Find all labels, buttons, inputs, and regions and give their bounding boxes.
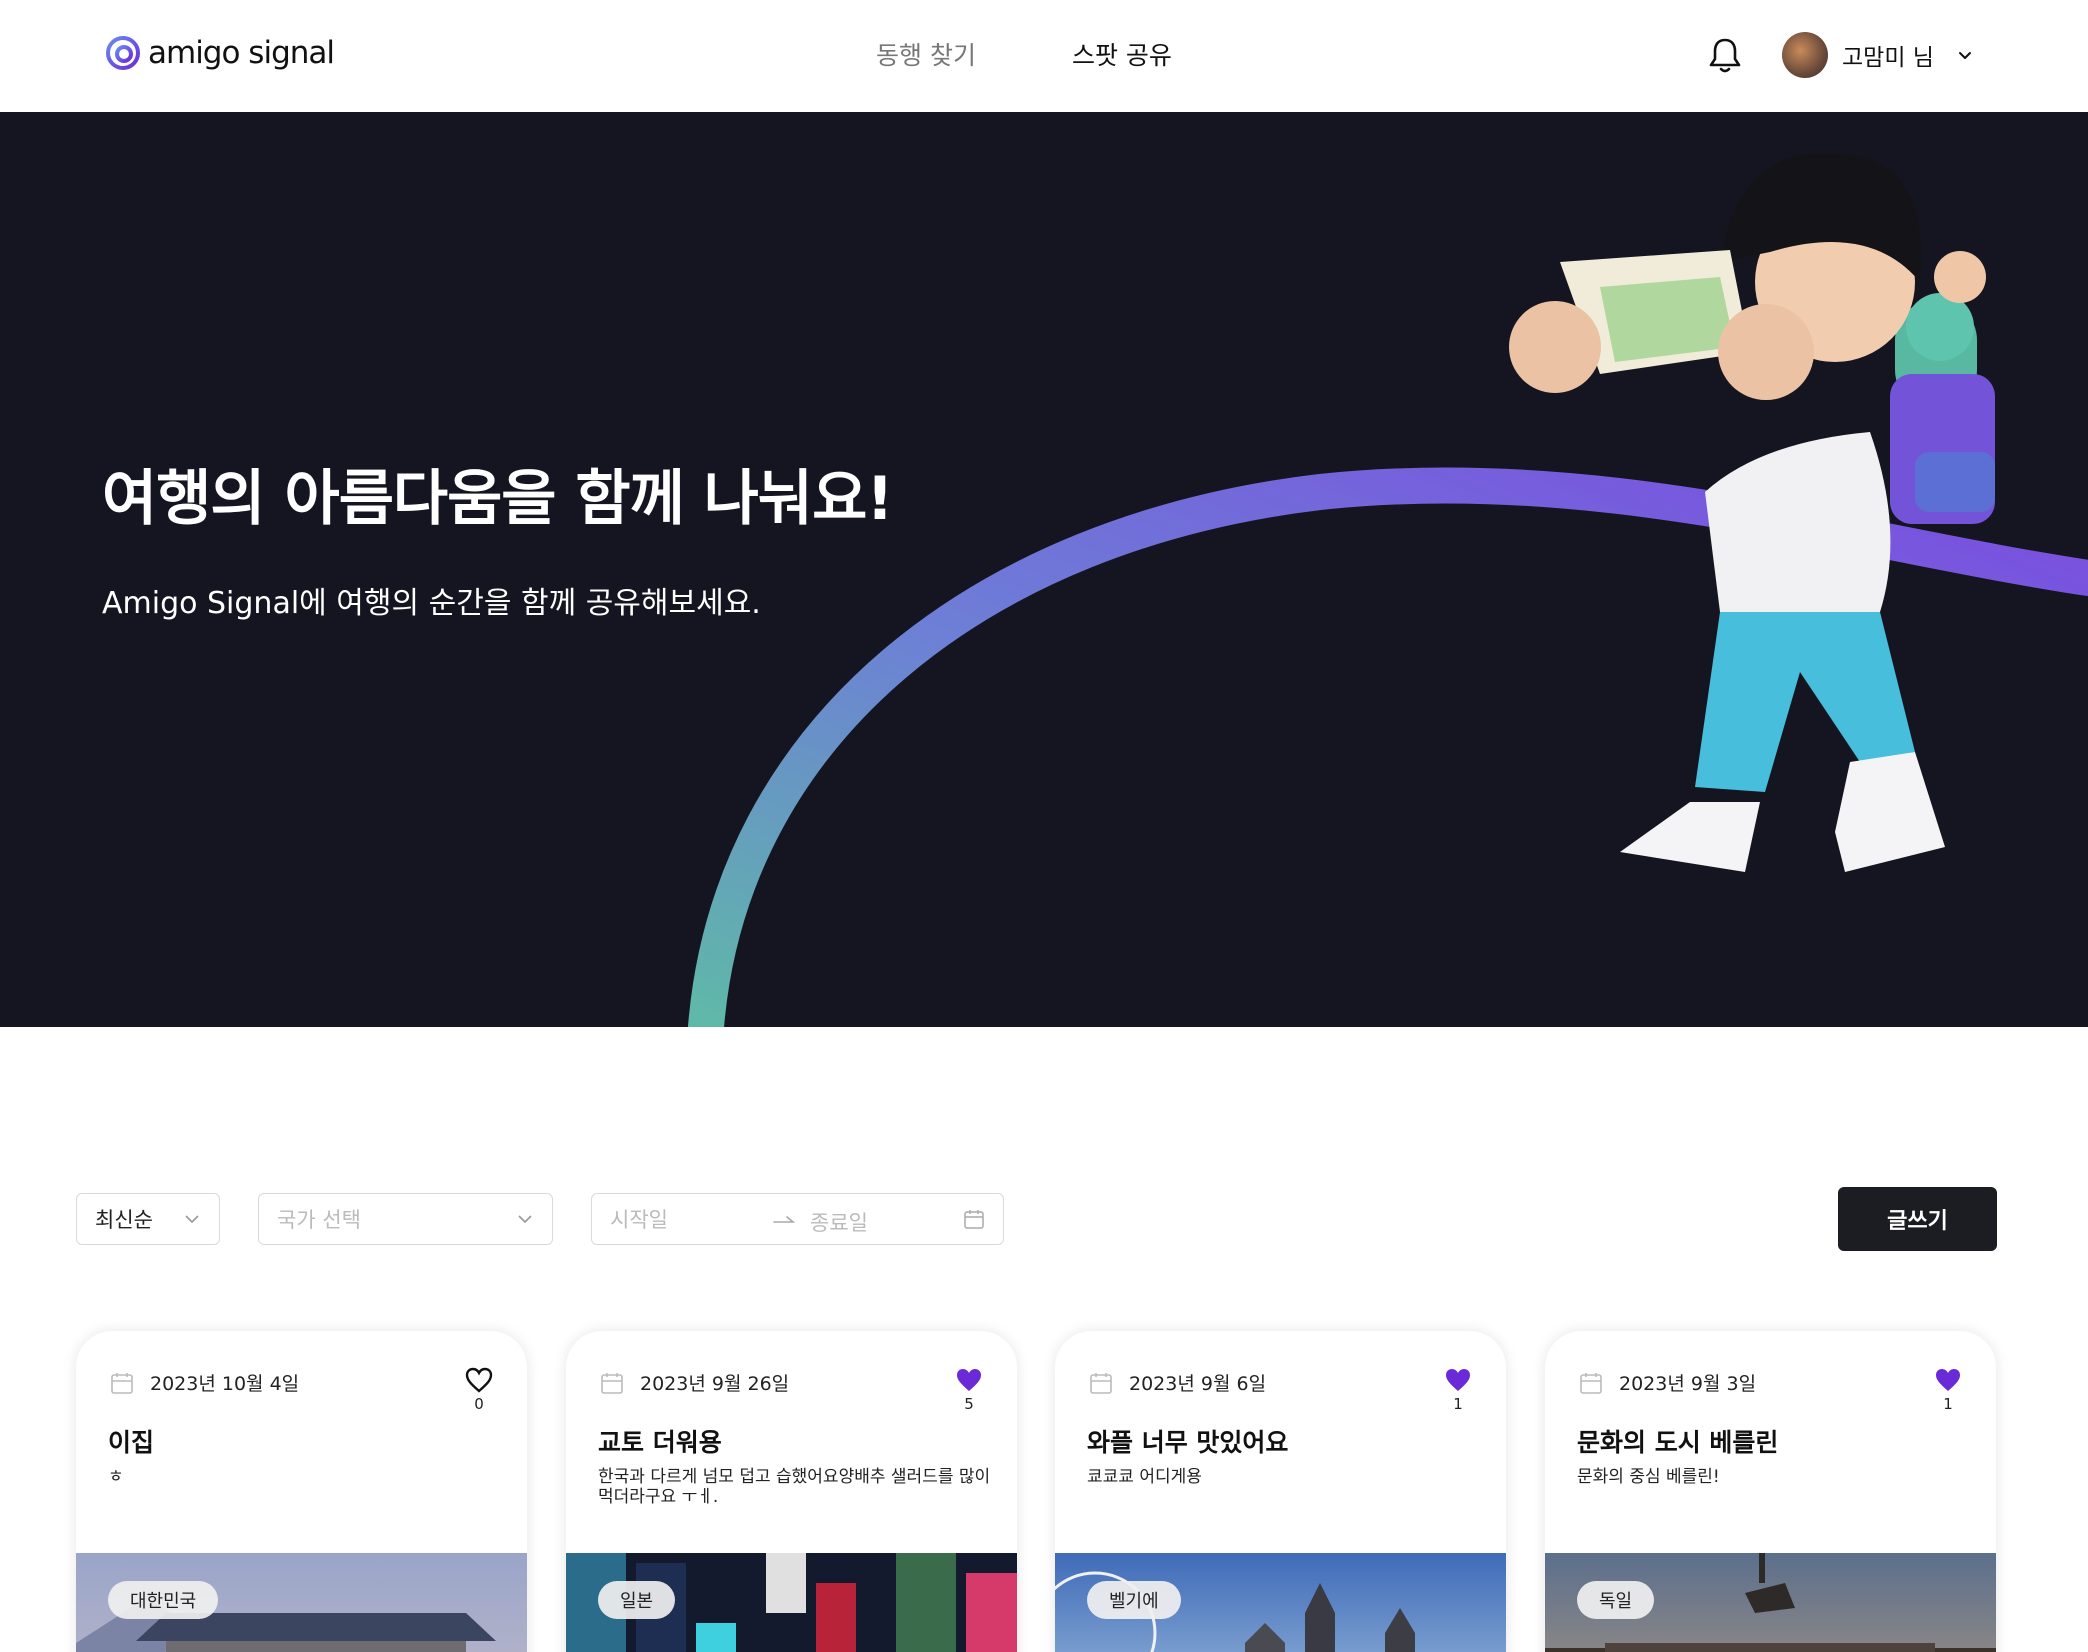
nav-item-spot-share[interactable]: 스팟 공유 (1072, 36, 1172, 72)
top-navigation-bar: amigo signal 동행 찾기 스팟 공유 고맘미 님 (0, 0, 2088, 112)
bell-icon[interactable] (1708, 36, 1742, 74)
country-badge: 독일 (1577, 1581, 1655, 1619)
post-date: 2023년 9월 6일 (1089, 1369, 1266, 1396)
hero-subtitle: Amigo Signal에 여행의 순간을 함께 공유해보세요. (102, 586, 761, 621)
calendar-icon (111, 1372, 133, 1394)
post-date-text: 2023년 9월 3일 (1619, 1373, 1757, 1395)
post-date-text: 2023년 9월 26일 (640, 1373, 790, 1395)
main-nav: 동행 찾기 스팟 공유 (876, 36, 1172, 72)
like-count: 0 (474, 1395, 484, 1413)
hero-illustration (688, 152, 2088, 1027)
like-count: 5 (964, 1395, 974, 1413)
chevron-down-icon (185, 1215, 199, 1224)
logo-text: amigo signal (148, 35, 335, 71)
post-title: 문화의 도시 베를린 (1577, 1428, 1779, 1457)
date-range-picker[interactable]: 시작일 종료일 (591, 1193, 1004, 1245)
post-card[interactable]: 2023년 9월 6일 1 와플 너무 맛있어요 쿄쿄쿄 어디게용 벨기에 (1055, 1331, 1506, 1652)
country-placeholder: 국가 선택 (277, 1208, 361, 1232)
post-date-text: 2023년 10월 4일 (150, 1373, 300, 1395)
nav-item-find-companion[interactable]: 동행 찾기 (876, 36, 976, 72)
sort-select[interactable]: 최신순 (76, 1193, 220, 1245)
country-badge: 벨기에 (1087, 1581, 1181, 1619)
chevron-down-icon (1958, 52, 1971, 59)
post-date-text: 2023년 9월 6일 (1129, 1373, 1267, 1395)
hero-banner: 여행의 아름다움을 함께 나눠요! Amigo Signal에 여행의 순간을 … (0, 112, 2088, 1027)
start-date-input[interactable]: 시작일 (610, 1204, 668, 1234)
user-menu[interactable]: 고맘미 님 (1782, 32, 1974, 78)
country-badge: 일본 (598, 1581, 676, 1619)
logo-mark-icon (106, 36, 140, 70)
post-title: 이집 (108, 1428, 155, 1457)
like-count: 1 (1453, 1395, 1463, 1413)
chevron-down-icon (518, 1215, 532, 1224)
user-name: 고맘미 님 (1842, 45, 1934, 71)
post-date: 2023년 9월 26일 (600, 1369, 789, 1396)
traveler-character (1509, 152, 1995, 872)
calendar-icon (601, 1372, 623, 1394)
arrow-right-icon (773, 1216, 796, 1223)
avatar (1782, 32, 1828, 78)
post-description: ㅎ (108, 1467, 124, 1487)
post-description: 쿄쿄쿄 어디게용 (1087, 1467, 1202, 1487)
calendar-icon (1090, 1372, 1112, 1394)
post-title: 교토 더워용 (598, 1428, 722, 1457)
country-select[interactable]: 국가 선택 (258, 1193, 553, 1245)
post-date: 2023년 9월 3일 (1579, 1369, 1756, 1396)
write-post-button[interactable]: 글쓰기 (1838, 1187, 1997, 1251)
post-card[interactable]: 2023년 10월 4일 0 이집 ㅎ 대한민국 (76, 1331, 527, 1652)
sort-value: 최신순 (95, 1208, 153, 1232)
heart-outline-icon[interactable] (465, 1367, 493, 1393)
hero-title: 여행의 아름다움을 함께 나눠요! (102, 464, 894, 534)
heart-filled-icon[interactable] (1934, 1367, 1962, 1393)
post-title: 와플 너무 맛있어요 (1087, 1428, 1289, 1457)
post-card[interactable]: 2023년 9월 3일 1 문화의 도시 베를린 문화의 중심 베를린! 독일 (1545, 1331, 1996, 1652)
heart-filled-icon[interactable] (1444, 1367, 1472, 1393)
post-description: 한국과 다르게 넘모 덥고 습했어요양배추 샐러드를 많이 먹더라구요 ㅜㅔ. (598, 1467, 991, 1507)
calendar-icon (1580, 1372, 1602, 1394)
like-count: 1 (1943, 1395, 1953, 1413)
post-card[interactable]: 2023년 9월 26일 5 교토 더워용 한국과 다르게 넘모 덥고 습했어요… (566, 1331, 1017, 1652)
country-badge: 대한민국 (108, 1581, 219, 1619)
end-date-input[interactable]: 종료일 (810, 1207, 868, 1237)
post-description: 문화의 중심 베를린! (1577, 1467, 1720, 1487)
amigo-signal-logo[interactable]: amigo signal (104, 34, 335, 72)
heart-filled-icon[interactable] (955, 1367, 983, 1393)
calendar-icon (964, 1210, 984, 1229)
post-date: 2023년 10월 4일 (110, 1369, 299, 1396)
